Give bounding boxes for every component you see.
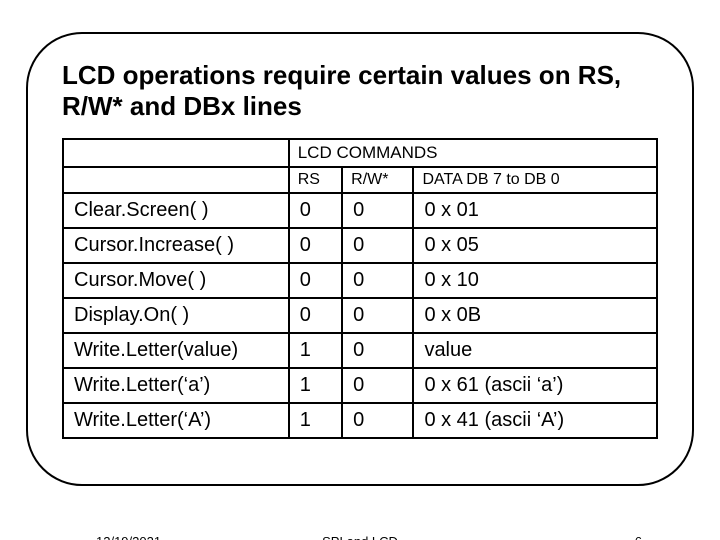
col-data: DATA DB 7 to DB 0 [413,167,657,193]
slide-frame: LCD operations require certain values on… [26,32,694,486]
cell-rs: 1 [289,333,342,368]
cell-data: 0 x 05 [413,228,657,263]
table-row: Display.On( ) 0 0 0 x 0B [63,298,657,333]
cell-func: Write.Letter(value) [63,333,289,368]
cell-rs: 0 [289,193,342,228]
table-row: Write.Letter(value) 1 0 value [63,333,657,368]
footer-comma: , [567,534,571,540]
cell-rw: 0 [342,368,413,403]
cell-rs: 0 [289,298,342,333]
cell-rs: 0 [289,228,342,263]
cell-func: Clear.Screen( ) [63,193,289,228]
cell-rw: 0 [342,298,413,333]
cell-data: 0 x 61 (ascii ‘a’) [413,368,657,403]
cell-rw: 0 [342,333,413,368]
table-row: Cursor.Increase( ) 0 0 0 x 05 [63,228,657,263]
table-header-row-2: RS R/W* DATA DB 7 to DB 0 [63,167,657,193]
col-rw: R/W* [342,167,413,193]
cell-rs: 1 [289,403,342,438]
cell-data: 0 x 01 [413,193,657,228]
commands-header: LCD COMMANDS [289,139,657,167]
cell-func: Write.Letter(‘a’) [63,368,289,403]
footer-page-number: 6 [635,534,642,540]
cell-rs: 0 [289,263,342,298]
cell-data: value [413,333,657,368]
cell-func: Cursor.Increase( ) [63,228,289,263]
slide-title: LCD operations require certain values on… [62,60,658,122]
table-row: Clear.Screen( ) 0 0 0 x 01 [63,193,657,228]
footer-line1: SPI and LCD [322,534,398,540]
cell-func: Cursor.Move( ) [63,263,289,298]
cell-rw: 0 [342,193,413,228]
cell-rw: 0 [342,263,413,298]
cell-rw: 0 [342,228,413,263]
cell-data: 0 x 0B [413,298,657,333]
cell-data: 0 x 41 (ascii ‘A’) [413,403,657,438]
blank-cell [63,167,289,193]
table-row: Write.Letter(‘A’) 1 0 0 x 41 (ascii ‘A’) [63,403,657,438]
table-header-row-1: LCD COMMANDS [63,139,657,167]
table-row: Write.Letter(‘a’) 1 0 0 x 61 (ascii ‘a’) [63,368,657,403]
table-row: Cursor.Move( ) 0 0 0 x 10 [63,263,657,298]
cell-rw: 0 [342,403,413,438]
col-rs: RS [289,167,342,193]
cell-rs: 1 [289,368,342,403]
cell-func: Display.On( ) [63,298,289,333]
cell-data: 0 x 10 [413,263,657,298]
cell-func: Write.Letter(‘A’) [63,403,289,438]
footer-center: SPI and LCD Copyright M. Smith, ECE, Uni… [0,534,720,540]
lcd-commands-table: LCD COMMANDS RS R/W* DATA DB 7 to DB 0 C… [62,138,658,439]
blank-cell [63,139,289,167]
